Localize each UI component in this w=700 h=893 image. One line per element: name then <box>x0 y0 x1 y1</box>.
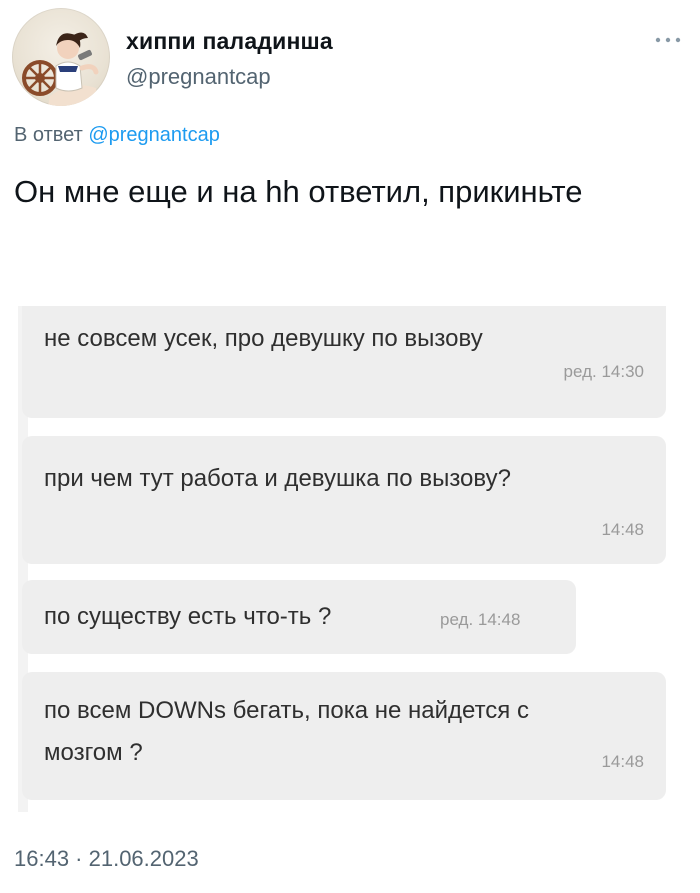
reply-context: В ответ @pregnantcap <box>14 124 220 147</box>
chat-message: не совсем усек, про девушку по вызову ре… <box>22 306 666 418</box>
chat-message: по существу есть что-ть ? ред. 14:48 <box>22 580 576 654</box>
chat-message-meta: 14:48 <box>601 520 644 539</box>
avatar-image <box>22 32 99 106</box>
avatar[interactable] <box>12 8 110 106</box>
chat-message: по всем DOWNs бегать, пока не найдется с… <box>22 672 666 800</box>
chat-message-text: по существу есть что-ть ? <box>44 603 332 630</box>
chat-message-meta: ред. 14:48 <box>440 610 521 629</box>
tweet: хиппи паладинша @pregnantcap В ответ @pr… <box>0 0 700 893</box>
chat-message-text: не совсем усек, про девушку по вызову <box>44 325 483 352</box>
chat-message-text: по всем DOWNs бегать, пока не найдется с… <box>44 697 529 766</box>
chat-message-text: при чем тут работа и девушка по вызову? <box>44 465 511 492</box>
reply-prefix: В ответ <box>14 124 83 146</box>
handle[interactable]: @pregnantcap <box>126 64 271 90</box>
chat-message-meta: 14:48 <box>601 752 644 771</box>
attached-screenshot[interactable]: не совсем усек, про девушку по вызову ре… <box>18 306 684 812</box>
more-horizontal-icon[interactable] <box>652 30 684 50</box>
chat-message: при чем тут работа и девушка по вызову? … <box>22 436 666 564</box>
chat-message-meta: ред. 14:30 <box>563 362 644 381</box>
tweet-timestamp[interactable]: 16:43 · 21.06.2023 <box>14 846 199 872</box>
display-name[interactable]: хиппи паладинша <box>126 28 333 55</box>
reply-mention-link[interactable]: @pregnantcap <box>88 124 220 146</box>
tweet-text: Он мне еще и на hh ответил, прикиньте <box>14 174 583 209</box>
